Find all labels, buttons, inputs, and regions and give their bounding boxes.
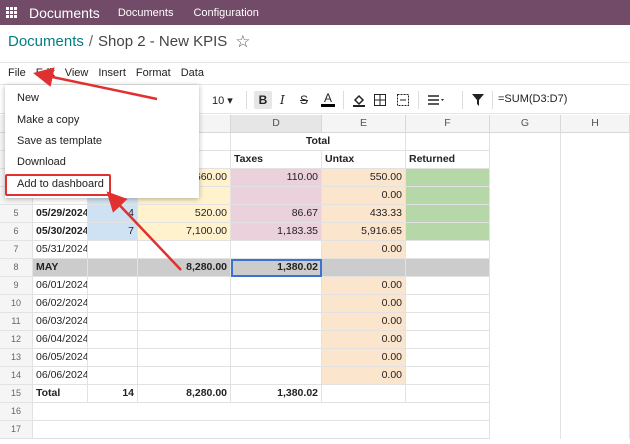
- annotation-arrows: [33, 67, 182, 271]
- arrow-to-file-menu: [33, 67, 158, 101]
- arrow-to-add-to-dashboard: [106, 191, 182, 271]
